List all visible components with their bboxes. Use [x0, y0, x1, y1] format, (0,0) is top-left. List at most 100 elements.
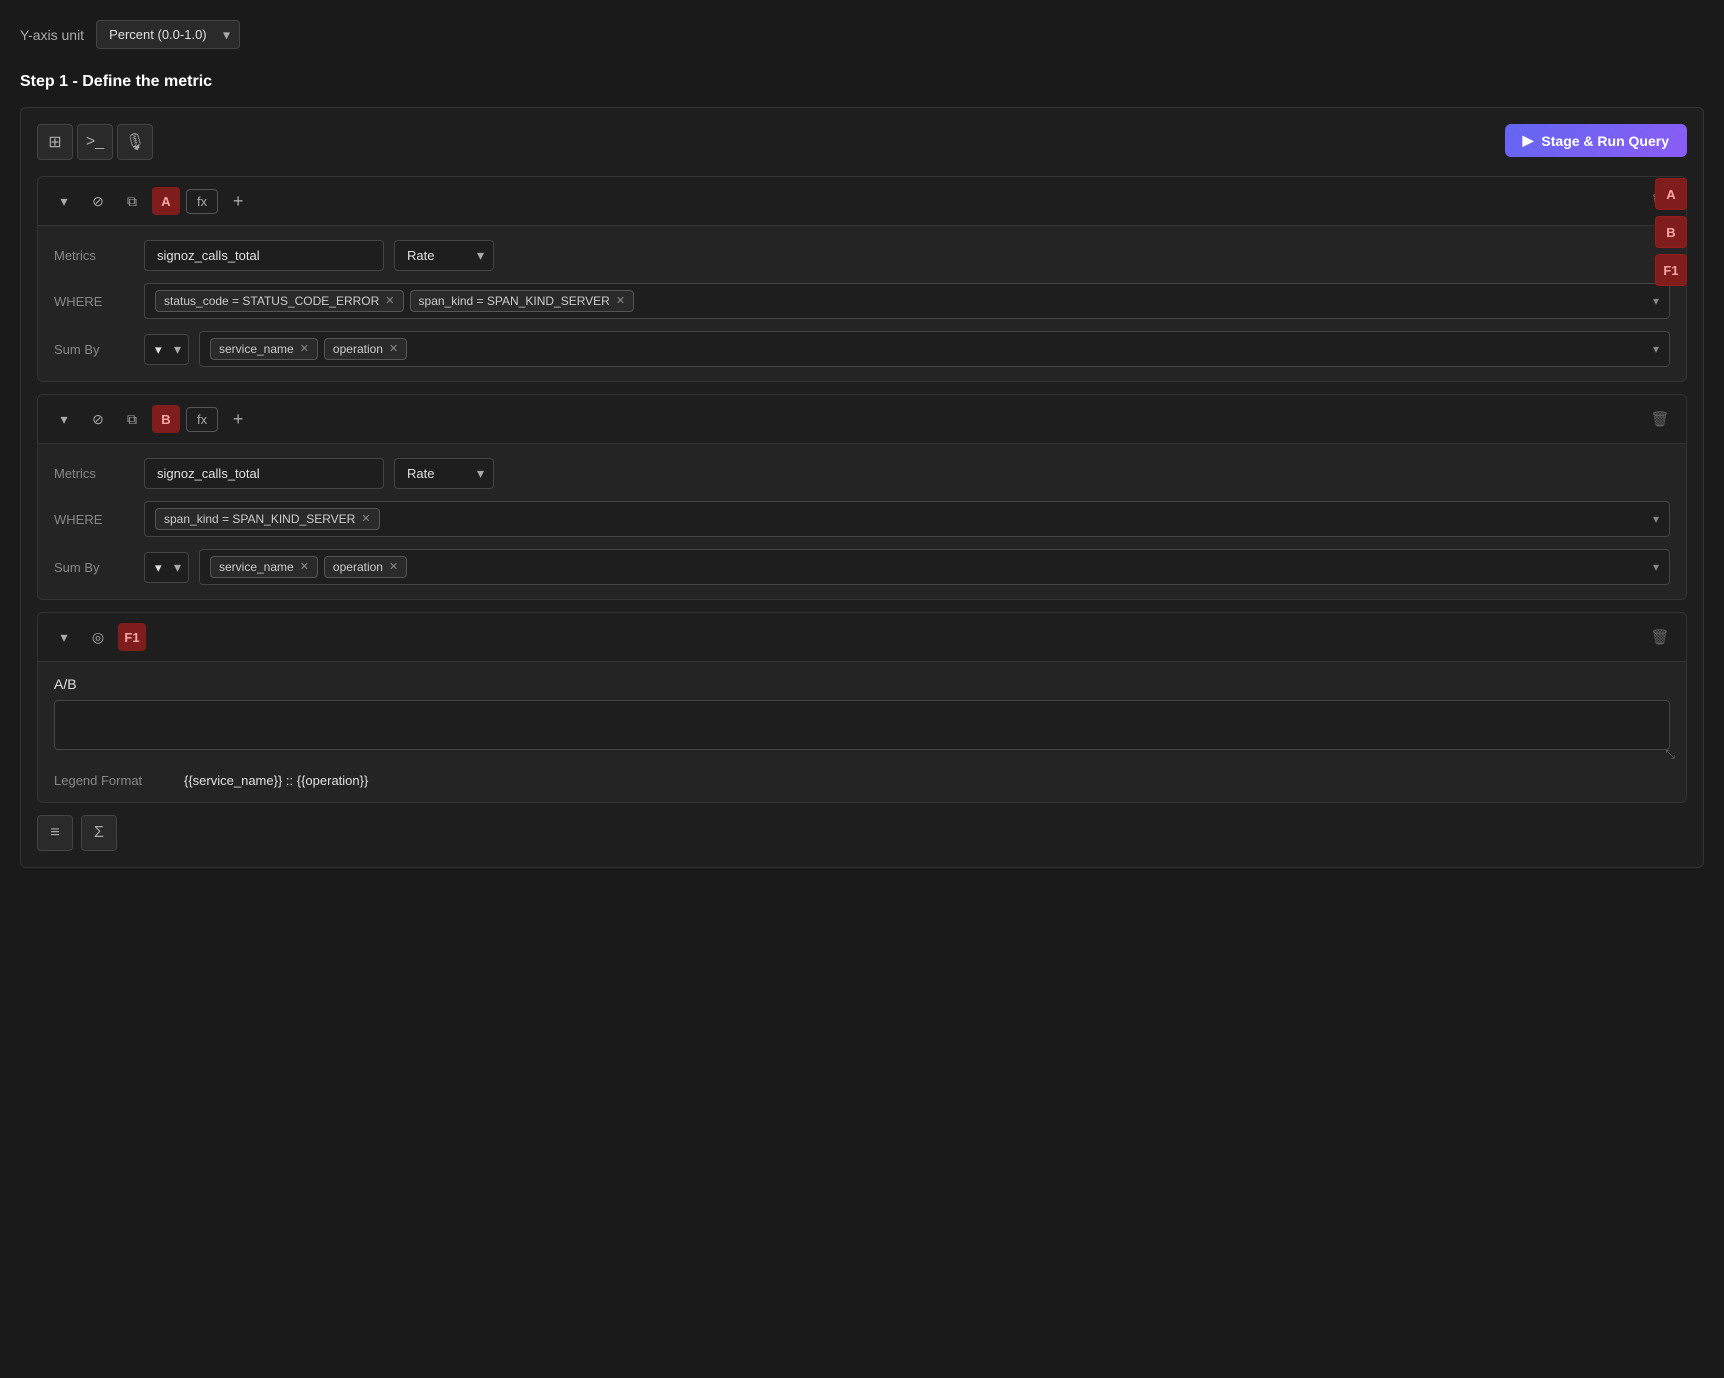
sum-by-chevron-a: ▾ [1653, 342, 1659, 356]
collapse-button-b[interactable]: ▾ [50, 405, 78, 433]
collapse-button-f1[interactable]: ▾ [50, 623, 78, 651]
query-header-f1: ▾ ◎ F1 🗑 [38, 613, 1686, 662]
bottom-toolbar: ≡ Σ [37, 815, 1687, 851]
side-label-a[interactable]: A [1655, 178, 1687, 210]
rate-select-a[interactable]: Rate [394, 240, 494, 271]
sigma-icon: Σ [94, 824, 104, 842]
where-tag-a-0: status_code = STATUS_CODE_ERROR ✕ [155, 290, 404, 312]
sum-by-select-b[interactable]: ▾ [144, 552, 189, 583]
formula-textarea-f1[interactable] [54, 700, 1670, 750]
y-axis-select-wrapper[interactable]: Percent (0.0-1.0) [96, 20, 240, 49]
delete-button-f1[interactable]: 🗑 [1646, 623, 1674, 651]
formula-body-f1: A/B ⤡ Legend Format {{service_name}} :: … [38, 662, 1686, 802]
eye-icon-f1: ◎ [92, 629, 104, 646]
sum-by-tag-close-a-0[interactable]: ✕ [300, 344, 309, 355]
sum-by-tag-b-0: service_name ✕ [210, 556, 318, 578]
metrics-input-b[interactable] [144, 458, 384, 489]
query-block-f1: ▾ ◎ F1 🗑 A/B ⤡ Legend Format {{service_n… [37, 612, 1687, 803]
query-label-b: B [152, 405, 180, 433]
trash-icon-b: 🗑 [1650, 410, 1669, 428]
copy-button-b[interactable]: ⧉ [118, 405, 146, 433]
where-label-a: WHERE [54, 294, 134, 309]
metrics-input-a[interactable] [144, 240, 384, 271]
sum-by-tag-close-b-1[interactable]: ✕ [389, 562, 398, 573]
fx-button-a[interactable]: fx [186, 189, 218, 214]
rate-select-wrapper-b[interactable]: Rate [394, 458, 494, 489]
sum-by-select-wrapper-b[interactable]: ▾ [144, 552, 189, 583]
grid-icon-button[interactable]: ⊞ [37, 124, 73, 160]
where-label-b: WHERE [54, 512, 134, 527]
plus-button-a[interactable]: + [224, 187, 252, 215]
where-chevron-a: ▾ [1653, 294, 1659, 308]
rate-select-b[interactable]: Rate [394, 458, 494, 489]
metrics-row-b: Metrics Rate [54, 458, 1670, 489]
mic-icon-button[interactable]: 🎙 [117, 124, 153, 160]
mic-icon: 🎙 [125, 132, 145, 152]
query-body-b: Metrics Rate WHERE span_kind = SPAN_KIND… [38, 444, 1686, 599]
sum-by-select-a[interactable]: ▾ [144, 334, 189, 365]
stage-run-label: Stage & Run Query [1541, 133, 1669, 149]
query-block-b: ▾ ⊘ ⧉ B fx + 🗑 Metrics [37, 394, 1687, 600]
where-tag-close-a-0[interactable]: ✕ [385, 296, 394, 307]
metrics-label-a: Metrics [54, 248, 134, 263]
trash-icon-f1: 🗑 [1650, 628, 1669, 646]
terminal-icon-button[interactable]: >_ [77, 124, 113, 160]
collapse-button-a[interactable]: ▾ [50, 187, 78, 215]
copy-button-a[interactable]: ⧉ [118, 187, 146, 215]
legend-label-f1: Legend Format [54, 773, 174, 788]
hide-button-b[interactable]: ⊘ [84, 405, 112, 433]
query-label-f1: F1 [118, 623, 146, 651]
sum-by-label-b: Sum By [54, 560, 134, 575]
sum-by-container-b[interactable]: service_name ✕ operation ✕ ▾ [199, 549, 1670, 585]
where-container-a[interactable]: status_code = STATUS_CODE_ERROR ✕ span_k… [144, 283, 1670, 319]
query-label-a: A [152, 187, 180, 215]
add-query-button[interactable]: ≡ [37, 815, 73, 851]
y-axis-select[interactable]: Percent (0.0-1.0) [96, 20, 240, 49]
where-tag-b-0: span_kind = SPAN_KIND_SERVER ✕ [155, 508, 380, 530]
sum-by-tag-b-1: operation ✕ [324, 556, 407, 578]
side-label-f1[interactable]: F1 [1655, 254, 1687, 286]
query-header-a: ▾ ⊘ ⧉ A fx + 🗑 [38, 177, 1686, 226]
where-tag-close-b-0[interactable]: ✕ [361, 514, 370, 525]
sum-by-chevron-b: ▾ [1653, 560, 1659, 574]
query-body-a: Metrics Rate WHERE status_code = STATUS_… [38, 226, 1686, 381]
where-container-b[interactable]: span_kind = SPAN_KIND_SERVER ✕ ▾ [144, 501, 1670, 537]
stage-run-button[interactable]: ▶ Stage & Run Query [1505, 124, 1687, 157]
sum-by-tag-a-0: service_name ✕ [210, 338, 318, 360]
sum-by-container-a[interactable]: service_name ✕ operation ✕ ▾ [199, 331, 1670, 367]
chevron-down-icon-a: ▾ [60, 193, 67, 210]
sum-by-tag-close-b-0[interactable]: ✕ [300, 562, 309, 573]
main-panel: ⊞ >_ 🎙 ▶ Stage & Run Query A B F1 ▾ ⊘ ⧉ [20, 107, 1704, 868]
where-row-a: WHERE status_code = STATUS_CODE_ERROR ✕ … [54, 283, 1670, 319]
plus-button-b[interactable]: + [224, 405, 252, 433]
where-tag-close-a-1[interactable]: ✕ [616, 296, 625, 307]
rate-select-wrapper-a[interactable]: Rate [394, 240, 494, 271]
legend-row-f1: Legend Format {{service_name}} :: {{oper… [54, 773, 1670, 788]
copy-icon-b: ⧉ [127, 411, 137, 428]
where-chevron-b: ▾ [1653, 512, 1659, 526]
sum-by-tag-close-a-1[interactable]: ✕ [389, 344, 398, 355]
hide-icon-b: ⊘ [92, 411, 104, 428]
metrics-row-a: Metrics Rate [54, 240, 1670, 271]
fx-button-b[interactable]: fx [186, 407, 218, 432]
where-row-b: WHERE span_kind = SPAN_KIND_SERVER ✕ ▾ [54, 501, 1670, 537]
where-tag-a-1: span_kind = SPAN_KIND_SERVER ✕ [410, 290, 635, 312]
chevron-down-icon-f1: ▾ [60, 629, 67, 646]
side-label-b[interactable]: B [1655, 216, 1687, 248]
query-block-a: ▾ ⊘ ⧉ A fx + 🗑 Metrics [37, 176, 1687, 382]
sum-by-label-a: Sum By [54, 342, 134, 357]
eye-button-f1[interactable]: ◎ [84, 623, 112, 651]
add-formula-button[interactable]: Σ [81, 815, 117, 851]
chevron-down-icon-b: ▾ [60, 411, 67, 428]
resize-handle-f1: ⤡ [1665, 747, 1675, 762]
sum-by-tag-a-1: operation ✕ [324, 338, 407, 360]
y-axis-label: Y-axis unit [20, 27, 84, 43]
delete-button-b[interactable]: 🗑 [1646, 405, 1674, 433]
sum-by-row-b: Sum By ▾ service_name ✕ operation ✕ ▾ [54, 549, 1670, 585]
sum-by-select-wrapper-a[interactable]: ▾ [144, 334, 189, 365]
metrics-label-b: Metrics [54, 466, 134, 481]
grid-icon: ⊞ [48, 132, 61, 152]
hide-button-a[interactable]: ⊘ [84, 187, 112, 215]
side-labels: A B F1 [1655, 178, 1687, 286]
step-title: Step 1 - Define the metric [20, 73, 1704, 91]
